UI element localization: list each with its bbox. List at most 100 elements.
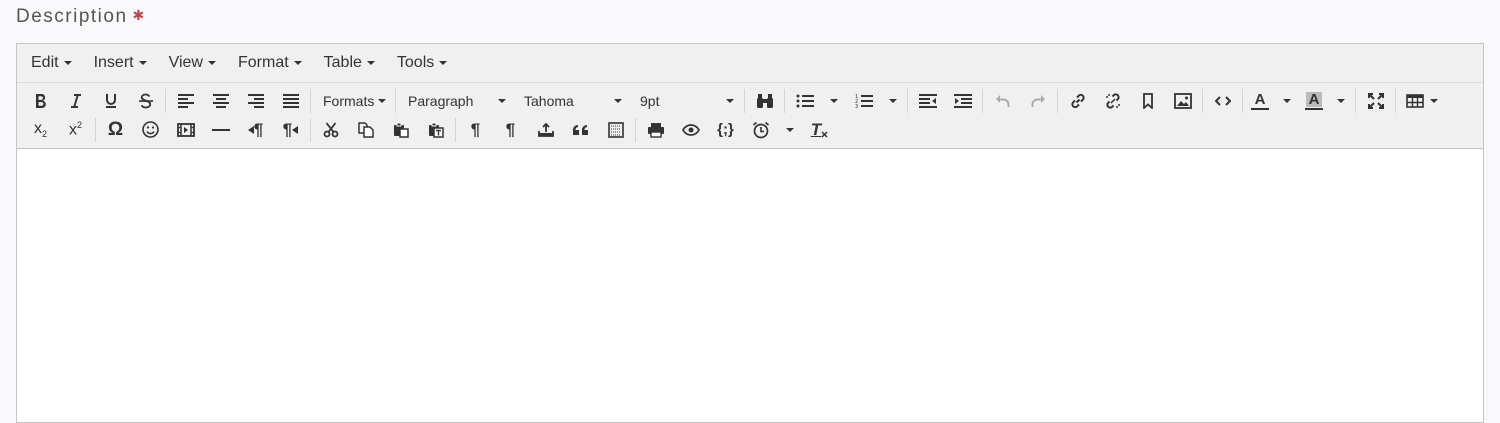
- strikethrough-button[interactable]: [128, 87, 163, 115]
- editor-content-area[interactable]: [17, 149, 1483, 409]
- ltr-icon: ¶: [247, 120, 263, 140]
- insert-media-button[interactable]: [168, 116, 203, 144]
- preview-button[interactable]: [673, 116, 708, 144]
- font-family-value: Tahoma: [524, 92, 574, 109]
- insert-image-button[interactable]: [1165, 87, 1200, 115]
- indent-button[interactable]: [945, 87, 980, 115]
- description-label-text: Description: [16, 6, 128, 27]
- unlink-icon: [1105, 92, 1121, 109]
- text-color-button[interactable]: A: [1245, 87, 1275, 115]
- show-blocks-button[interactable]: ¶: [493, 116, 528, 144]
- find-replace-button[interactable]: [747, 87, 782, 115]
- copy-button[interactable]: [348, 116, 383, 144]
- redo-button[interactable]: [1020, 87, 1055, 115]
- chevron-down-icon: [786, 127, 794, 132]
- paste-text-icon: [428, 122, 444, 138]
- clear-format-icon: T: [811, 121, 828, 138]
- align-right-button[interactable]: [238, 87, 273, 115]
- menu-edit-label: Edit: [31, 54, 59, 71]
- toolbar-separator: [1057, 88, 1058, 113]
- background-color-button[interactable]: A: [1299, 87, 1329, 115]
- underline-button[interactable]: [93, 87, 128, 115]
- chevron-down-icon: [439, 61, 448, 65]
- align-center-button[interactable]: [203, 87, 238, 115]
- editor-menubar: Edit Insert View Format Table Tools: [17, 44, 1483, 83]
- blockquote-button[interactable]: [563, 116, 598, 144]
- table-button[interactable]: [1398, 87, 1447, 115]
- chevron-down-icon: [366, 61, 375, 65]
- outdent-button[interactable]: [910, 87, 945, 115]
- block-format-dropdown[interactable]: Paragraph: [398, 87, 514, 115]
- text-color-options[interactable]: [1275, 87, 1299, 115]
- undo-button[interactable]: [985, 87, 1020, 115]
- bullet-list-button[interactable]: [787, 87, 822, 115]
- special-character-button[interactable]: Ω: [98, 116, 133, 144]
- background-color-letter: A: [1305, 91, 1323, 107]
- numbered-list-options[interactable]: [881, 87, 905, 115]
- fullscreen-button[interactable]: [1358, 87, 1393, 115]
- insert-link-button[interactable]: [1060, 87, 1095, 115]
- text-color-icon: A: [1251, 92, 1269, 110]
- align-center-icon: [212, 93, 229, 108]
- background-color-options[interactable]: [1329, 87, 1353, 115]
- menu-table[interactable]: Table: [315, 44, 384, 82]
- page-break-button[interactable]: [528, 116, 563, 144]
- font-size-dropdown[interactable]: 9pt: [630, 87, 742, 115]
- menu-insert[interactable]: Insert: [85, 44, 156, 82]
- background-color-swatch: [1305, 107, 1323, 110]
- italic-icon: [69, 93, 83, 109]
- bookmark-icon: [1142, 92, 1154, 109]
- cut-button[interactable]: [313, 116, 348, 144]
- bold-button[interactable]: [23, 87, 58, 115]
- remove-link-button[interactable]: [1095, 87, 1130, 115]
- emoticons-button[interactable]: [133, 116, 168, 144]
- menu-table-label: Table: [323, 54, 362, 71]
- italic-button[interactable]: [58, 87, 93, 115]
- redo-icon: [1030, 94, 1046, 108]
- align-justify-button[interactable]: [273, 87, 308, 115]
- menu-edit[interactable]: Edit: [22, 44, 81, 82]
- chevron-down-icon: [726, 98, 734, 103]
- bullet-list-options[interactable]: [822, 87, 846, 115]
- insert-datetime-options[interactable]: [778, 116, 802, 144]
- anchor-button[interactable]: [1130, 87, 1165, 115]
- underline-icon: [104, 93, 118, 109]
- menu-format[interactable]: Format: [229, 44, 311, 82]
- svg-text:3: 3: [855, 104, 858, 109]
- clear-formatting-button[interactable]: T: [802, 116, 837, 144]
- superscript-base: x: [68, 121, 77, 139]
- toolbar-separator: [1242, 88, 1243, 113]
- toolbar-separator: [635, 117, 636, 142]
- font-family-dropdown[interactable]: Tahoma: [514, 87, 630, 115]
- toolbar-separator: [310, 88, 311, 113]
- print-button[interactable]: [638, 116, 673, 144]
- superscript-button[interactable]: x2: [58, 116, 93, 144]
- chevron-down-icon: [614, 98, 622, 103]
- insert-datetime-button[interactable]: [743, 116, 778, 144]
- horizontal-rule-button[interactable]: [203, 116, 238, 144]
- toolbar-separator: [907, 88, 908, 113]
- code-sample-button[interactable]: {;}: [708, 116, 743, 144]
- numbered-list-button[interactable]: 123: [846, 87, 881, 115]
- superscript-index: 2: [76, 119, 82, 130]
- template-button[interactable]: [598, 116, 633, 144]
- align-left-button[interactable]: [168, 87, 203, 115]
- visual-chars-button[interactable]: ¶: [458, 116, 493, 144]
- chevron-down-icon: [63, 61, 72, 65]
- show-blocks-icon: ¶: [505, 119, 516, 139]
- toolbar-separator: [1202, 88, 1203, 113]
- formats-dropdown[interactable]: Formats: [313, 87, 393, 115]
- menu-view[interactable]: View: [160, 44, 225, 82]
- rtl-button[interactable]: ¶: [273, 116, 308, 144]
- paste-text-button[interactable]: [418, 116, 453, 144]
- subscript-index: 2: [41, 129, 47, 140]
- subscript-button[interactable]: x2: [23, 116, 58, 144]
- source-code-button[interactable]: [1205, 87, 1240, 115]
- toolbar-separator: [1395, 88, 1396, 113]
- background-color-icon: A: [1305, 91, 1323, 110]
- menu-tools[interactable]: Tools: [388, 44, 456, 82]
- paste-button[interactable]: [383, 116, 418, 144]
- ltr-button[interactable]: ¶: [238, 116, 273, 144]
- toolbar-separator: [165, 88, 166, 113]
- code-icon: [1214, 95, 1231, 107]
